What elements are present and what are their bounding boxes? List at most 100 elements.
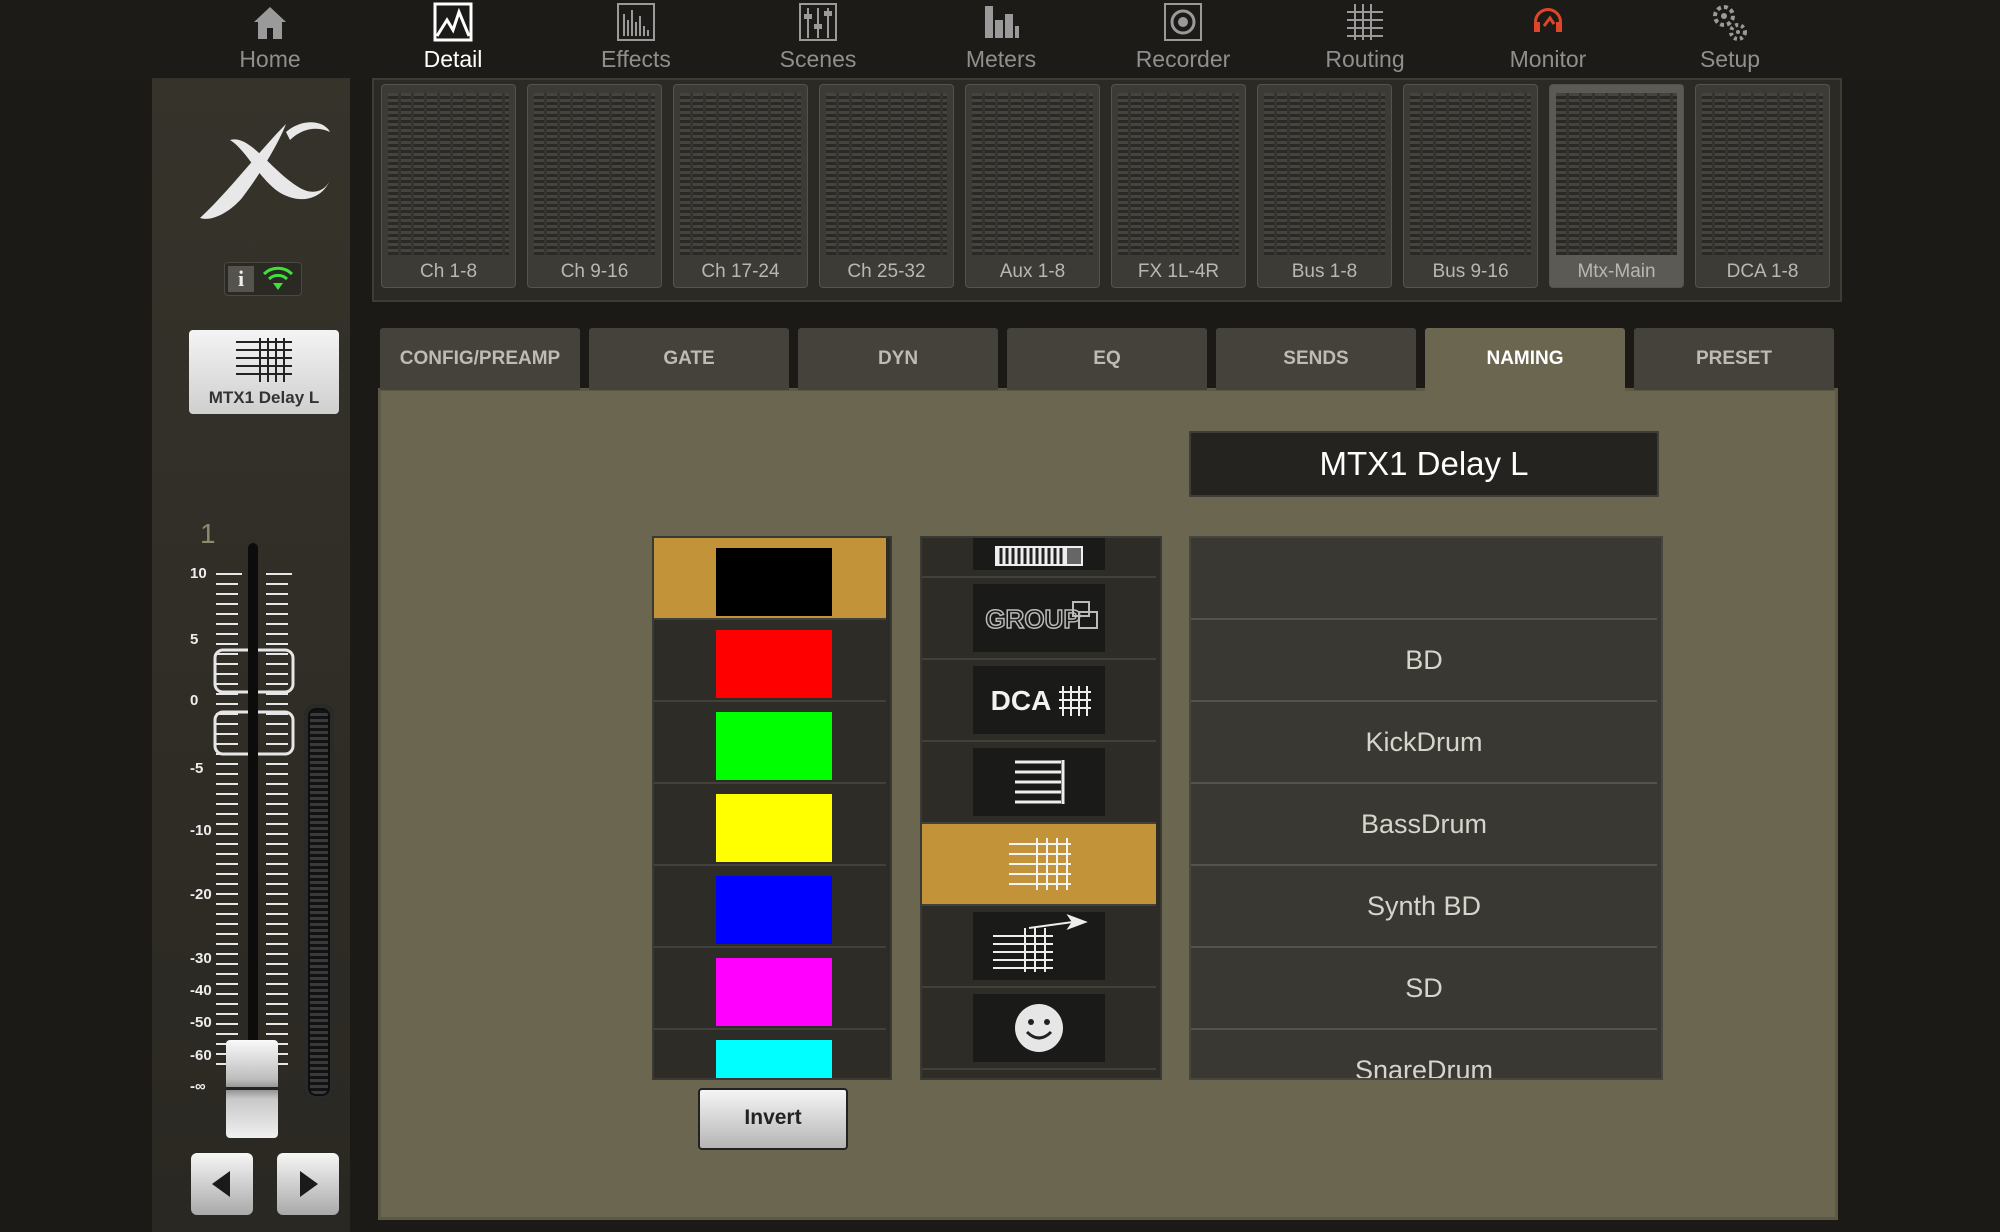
color-swatch bbox=[716, 958, 832, 1026]
nav-label: Effects bbox=[601, 46, 671, 72]
nav-recorder[interactable]: Recorder bbox=[1108, 0, 1258, 78]
nav-setup[interactable]: Setup bbox=[1655, 0, 1805, 78]
color-option-cyan[interactable] bbox=[654, 1030, 886, 1078]
fader-knob[interactable] bbox=[226, 1040, 278, 1138]
nav-meters[interactable]: Meters bbox=[926, 0, 1076, 78]
nav-detail[interactable]: Detail bbox=[378, 0, 528, 78]
nav-effects[interactable]: Effects bbox=[561, 0, 711, 78]
prev-channel-button[interactable] bbox=[191, 1153, 253, 1215]
bank-label: FX 1L-4R bbox=[1137, 261, 1220, 282]
fader-scale-label: 5 bbox=[190, 631, 199, 648]
bank-label: Bus 9-16 bbox=[1432, 261, 1509, 282]
fader-scale-label: 10 bbox=[190, 565, 207, 582]
bank-button[interactable]: DCA 1-8 bbox=[1695, 84, 1830, 288]
icon-thumbnail bbox=[973, 748, 1105, 816]
bank-button[interactable]: Bus 9-16 bbox=[1403, 84, 1538, 288]
nav-label: Detail bbox=[423, 46, 483, 72]
tab-eq[interactable]: EQ bbox=[1007, 328, 1207, 390]
bank-button[interactable]: Aux 1-8 bbox=[965, 84, 1100, 288]
fader-scale-label: -40 bbox=[190, 982, 212, 999]
group-icon: GROUP bbox=[985, 601, 1098, 635]
nav-routing[interactable]: Routing bbox=[1290, 0, 1440, 78]
bus-icon bbox=[1015, 760, 1065, 804]
fader-scale-label: -5 bbox=[190, 760, 204, 777]
info-icon[interactable]: i bbox=[228, 266, 254, 292]
bank-button[interactable]: Ch 17-24 bbox=[673, 84, 808, 288]
nav-label: Routing bbox=[1325, 46, 1405, 72]
color-option-blue[interactable] bbox=[654, 866, 886, 948]
tab-dyn[interactable]: DYN bbox=[798, 328, 998, 390]
icon-option[interactable] bbox=[922, 538, 1156, 578]
arrow-left-icon bbox=[212, 1171, 230, 1197]
setup-icon bbox=[1713, 5, 1747, 41]
smiley-icon bbox=[1015, 1004, 1063, 1052]
icon-option[interactable]: GROUP bbox=[922, 578, 1156, 660]
color-option-yellow[interactable] bbox=[654, 784, 886, 866]
channel-name-field[interactable]: MTX1 Delay L bbox=[1189, 431, 1659, 497]
home-icon bbox=[254, 7, 286, 39]
fader-scale-label: -60 bbox=[190, 1047, 212, 1064]
icon-thumbnail bbox=[973, 994, 1105, 1062]
color-option-magenta[interactable] bbox=[654, 948, 886, 1030]
color-option-green[interactable] bbox=[654, 702, 886, 784]
color-option-red[interactable] bbox=[654, 620, 886, 702]
preset-name-item[interactable]: BassDrum bbox=[1191, 784, 1657, 866]
bank-label: Ch 1-8 bbox=[419, 261, 478, 282]
preset-name-item[interactable]: KickDrum bbox=[1191, 702, 1657, 784]
keyboard-icon bbox=[995, 546, 1083, 566]
bank-button[interactable]: Mtx-Main bbox=[1549, 84, 1684, 288]
icon-list: GROUP DCA bbox=[920, 536, 1162, 1080]
nav-scenes[interactable]: Scenes bbox=[743, 0, 893, 78]
tab-preset[interactable]: PRESET bbox=[1634, 328, 1834, 390]
icon-thumbnail bbox=[973, 830, 1105, 898]
fader-scale-label: 0 bbox=[190, 692, 199, 709]
invert-button[interactable]: Invert bbox=[698, 1088, 848, 1150]
tab-gate[interactable]: GATE bbox=[589, 328, 789, 390]
icon-option[interactable] bbox=[922, 742, 1156, 824]
icon-thumbnail bbox=[973, 538, 1105, 570]
bank-button[interactable]: Ch 9-16 bbox=[527, 84, 662, 288]
monitor-icon bbox=[1534, 8, 1562, 32]
tab-sends[interactable]: SENDS bbox=[1216, 328, 1416, 390]
color-list bbox=[652, 536, 892, 1080]
nav-label: Home bbox=[239, 46, 301, 72]
level-meter bbox=[304, 704, 334, 1100]
top-nav: Home Detail Effects Scenes Meters Record… bbox=[0, 0, 2000, 78]
icon-option[interactable] bbox=[922, 906, 1156, 988]
icon-option[interactable] bbox=[922, 824, 1156, 906]
tab-naming[interactable]: NAMING bbox=[1425, 328, 1625, 394]
matrix-icon bbox=[1009, 838, 1071, 890]
preset-name-list: BD KickDrum BassDrum Synth BD SD SnareDr… bbox=[1189, 536, 1663, 1080]
info-wifi-badge[interactable]: i bbox=[224, 262, 302, 296]
fader-scale-label: -50 bbox=[190, 1014, 212, 1031]
selected-channel-card[interactable]: MTX1 Delay L bbox=[189, 330, 339, 414]
fader-scale-label: -30 bbox=[190, 950, 212, 967]
icon-option[interactable] bbox=[922, 988, 1156, 1070]
preset-name-item[interactable] bbox=[1191, 538, 1657, 620]
dca-icon: DCA bbox=[991, 685, 1091, 716]
bank-button[interactable]: FX 1L-4R bbox=[1111, 84, 1246, 288]
icon-thumbnail: DCA bbox=[973, 666, 1105, 734]
preset-name-item[interactable]: Synth BD bbox=[1191, 866, 1657, 948]
routing-icon bbox=[1347, 4, 1383, 40]
preset-name-item[interactable]: SD bbox=[1191, 948, 1657, 1030]
bank-button[interactable]: Ch 1-8 bbox=[381, 84, 516, 288]
app-logo-icon bbox=[200, 122, 330, 219]
nav-home[interactable]: Home bbox=[195, 0, 345, 78]
fader-scale-label: -10 bbox=[190, 822, 212, 839]
fader-track[interactable] bbox=[248, 543, 258, 1063]
tab-config-preamp[interactable]: CONFIG/PREAMP bbox=[380, 328, 580, 390]
preset-name-item[interactable]: SnareDrum bbox=[1191, 1030, 1657, 1078]
nav-monitor[interactable]: Monitor bbox=[1473, 0, 1623, 78]
next-channel-button[interactable] bbox=[277, 1153, 339, 1215]
bank-label: Bus 1-8 bbox=[1291, 261, 1358, 282]
preset-name-item[interactable]: BD bbox=[1191, 620, 1657, 702]
bank-button[interactable]: Bus 1-8 bbox=[1257, 84, 1392, 288]
color-option-black[interactable] bbox=[654, 538, 886, 620]
nav-label: Setup bbox=[1699, 46, 1761, 72]
wifi-icon bbox=[262, 266, 294, 290]
nav-label: Recorder bbox=[1135, 46, 1231, 72]
nav-label: Meters bbox=[965, 46, 1037, 72]
bank-button[interactable]: Ch 25-32 bbox=[819, 84, 954, 288]
icon-option[interactable]: DCA bbox=[922, 660, 1156, 742]
